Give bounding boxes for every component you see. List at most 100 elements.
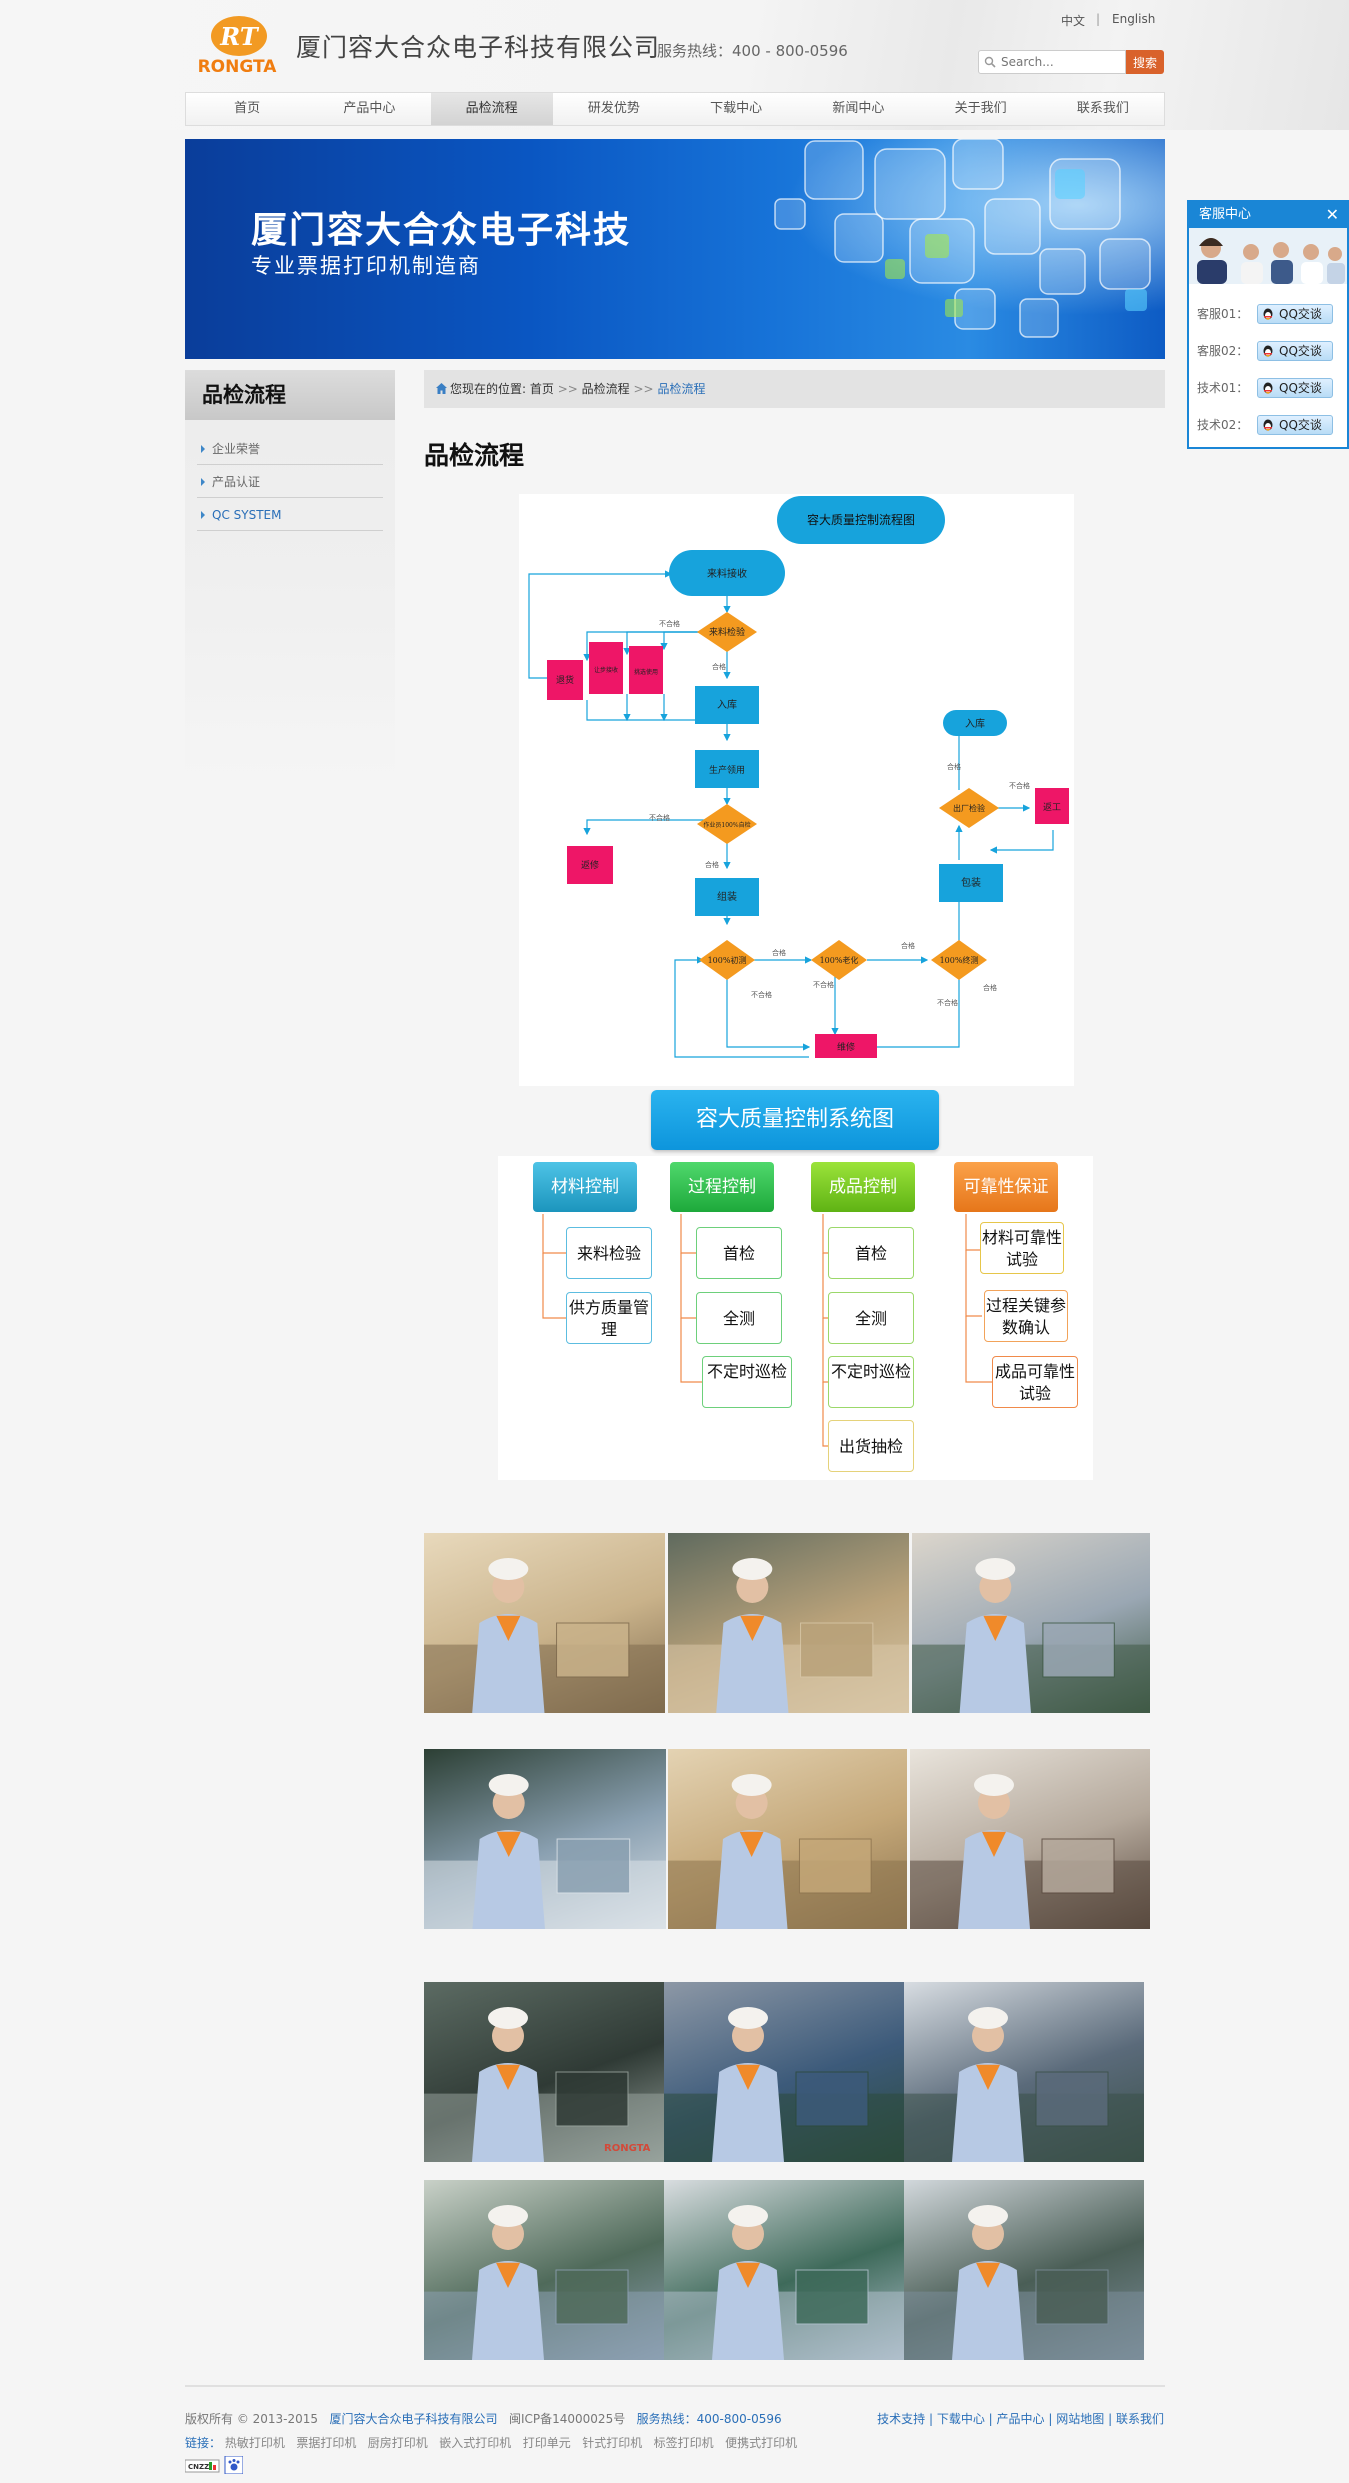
breadcrumb-sep: >> [557, 382, 578, 396]
breadcrumb-current: 品检流程 [657, 382, 706, 396]
qq-chat-button[interactable]: QQ交谈 [1257, 304, 1333, 324]
qc-box: 来料检验 [566, 1227, 652, 1279]
stats-badges: CNZZ [184, 2455, 244, 2475]
close-icon[interactable]: ✕ [1326, 202, 1339, 228]
service-row-label: 技术02： [1197, 418, 1249, 432]
sidebar-item-label: 企业荣誉 [212, 442, 261, 456]
sidebar-item-honors[interactable]: 企业荣誉 [197, 433, 383, 465]
flow-label-fail: 不合格 [813, 980, 834, 989]
footer-link-download[interactable]: 下载中心 [937, 2412, 985, 2426]
qc-box: 成品可靠性试验 [992, 1356, 1078, 1408]
qq-penguin-icon [1263, 345, 1273, 357]
qc-col-reliability-header: 可靠性保证 [954, 1162, 1058, 1212]
page-title: 品检流程 [424, 441, 525, 470]
nav-item-news[interactable]: 新闻中心 [797, 93, 919, 125]
breadcrumb-home[interactable]: 首页 [530, 382, 554, 396]
qc-photo [904, 2180, 1144, 2360]
footer-tags-label: 链接： [185, 2436, 222, 2450]
footer-links: 技术支持 | 下载中心 | 产品中心 | 网站地图 | 联系我们 [877, 2410, 1164, 2427]
qc-col-material-header: 材料控制 [533, 1162, 637, 1212]
qc-photo [424, 1749, 666, 1929]
nav-item-rd[interactable]: 研发优势 [553, 93, 675, 125]
footer-tag[interactable]: 标签打印机 [654, 2436, 714, 2450]
banner-subtitle: 专业票据打印机制造商 [251, 254, 481, 278]
cnzz-badge[interactable]: CNZZ [188, 2463, 209, 2471]
footer-tag[interactable]: 便携式打印机 [725, 2436, 797, 2450]
footer-link-sitemap[interactable]: 网站地图 [1056, 2412, 1104, 2426]
nav-item-products[interactable]: 产品中心 [308, 93, 430, 125]
qc-flowchart: 不合格 合格 不合格 合格 合格 不合格 不合格 合格 不合格 合格 合格 不合… [519, 494, 1074, 1086]
footer-tag[interactable]: 打印单元 [523, 2436, 571, 2450]
logo-text: RONGTA [198, 57, 278, 76]
nav-item-qc-process[interactable]: 品检流程 [430, 93, 553, 125]
hero-banner: 厦门容大合众电子科技 专业票据打印机制造商 [185, 139, 1165, 359]
flow-label-pass: 合格 [983, 983, 997, 992]
breadcrumb-sep: >> [633, 382, 654, 396]
flow-node-incoming-check: 来料检验 [709, 626, 745, 638]
lang-english-link[interactable]: English [1112, 12, 1155, 26]
lang-chinese-link[interactable]: 中文 [1061, 12, 1085, 29]
footer-link-support[interactable]: 技术支持 [877, 2412, 925, 2426]
qc-box: 不定时巡检 [702, 1356, 792, 1408]
rongta-logo[interactable]: RT RONGTA [185, 14, 289, 76]
qq-chat-button[interactable]: QQ交谈 [1257, 341, 1333, 361]
footer-tag[interactable]: 热敏打印机 [225, 2436, 285, 2450]
photo-scene [424, 1558, 665, 1713]
qc-box: 首检 [696, 1227, 782, 1279]
service-row: 客服01： QQ交谈 [1197, 302, 1333, 326]
footer-company-link[interactable]: 厦门容大合众电子科技有限公司 [330, 2412, 498, 2426]
flow-label-fail: 不合格 [1009, 781, 1030, 790]
flow-label-pass: 合格 [772, 948, 786, 957]
footer-tag[interactable]: 厨房打印机 [368, 2436, 428, 2450]
service-title: 客服中心 [1199, 207, 1252, 222]
search-button[interactable]: 搜索 [1126, 50, 1164, 74]
flow-label-pass: 合格 [705, 860, 719, 869]
footer-tag[interactable]: 票据打印机 [296, 2436, 356, 2450]
service-header: 客服中心 ✕ [1189, 202, 1347, 228]
qc-box: 首检 [828, 1227, 914, 1279]
photo-scene [668, 1774, 907, 1929]
company-name: 厦门容大合众电子科技有限公司 [296, 33, 661, 62]
search-input[interactable] [1001, 52, 1121, 72]
footer-link-products[interactable]: 产品中心 [997, 2412, 1045, 2426]
footer-badges: CNZZ [184, 2455, 244, 2478]
qq-chat-button[interactable]: QQ交谈 [1257, 378, 1333, 398]
sidebar-item-certification[interactable]: 产品认证 [197, 466, 383, 498]
qc-photo [668, 1749, 907, 1929]
qc-photo [424, 1533, 665, 1713]
qq-chat-label: QQ交谈 [1279, 344, 1322, 358]
service-row-label: 客服02： [1197, 344, 1249, 358]
qc-photo [424, 2180, 664, 2360]
qq-chat-button[interactable]: QQ交谈 [1257, 415, 1333, 435]
qc-box: 不定时巡检 [828, 1356, 914, 1408]
qq-penguin-icon [1263, 382, 1273, 394]
logo-mark-text: RT [219, 22, 260, 51]
sidebar-item-qc-system[interactable]: QC SYSTEM [197, 499, 383, 531]
flow-node-return: 退货 [556, 674, 574, 686]
qc-photo [664, 1982, 904, 2162]
qc-box: 出货抽检 [828, 1420, 914, 1472]
footer-link-contact[interactable]: 联系我们 [1116, 2412, 1164, 2426]
footer-tag[interactable]: 针式打印机 [582, 2436, 642, 2450]
nav-item-download[interactable]: 下载中心 [675, 93, 797, 125]
flow-node-aging: 100%老化 [820, 955, 859, 965]
footer-icp[interactable]: 闽ICP备14000025号 [509, 2412, 625, 2426]
qq-chat-label: QQ交谈 [1279, 307, 1322, 321]
nav-item-about[interactable]: 关于我们 [920, 93, 1042, 125]
nav-item-home[interactable]: 首页 [186, 93, 308, 125]
footer-link-sep: | [1048, 2412, 1053, 2426]
triangle-right-icon [201, 445, 205, 453]
nav-item-contact[interactable]: 联系我们 [1042, 93, 1164, 125]
search-field[interactable] [978, 50, 1126, 74]
sidebar-item-label: QC SYSTEM [212, 508, 282, 522]
footer-link-sep: | [988, 2412, 993, 2426]
breadcrumb: 您现在的位置: 首页 >> 品检流程 >> 品检流程 [424, 370, 1165, 408]
footer-tag[interactable]: 嵌入式打印机 [439, 2436, 511, 2450]
breadcrumb-parent[interactable]: 品检流程 [582, 382, 630, 396]
flow-label-fail: 不合格 [937, 998, 958, 1007]
qc-box: 过程关键参数确认 [984, 1290, 1068, 1342]
footer-info: 版权所有 © 2013-2015 厦门容大合众电子科技有限公司 闽ICP备140… [185, 2410, 782, 2427]
qq-chat-label: QQ交谈 [1279, 418, 1322, 432]
footer-link-sep: | [928, 2412, 933, 2426]
qc-photo [668, 1533, 909, 1713]
